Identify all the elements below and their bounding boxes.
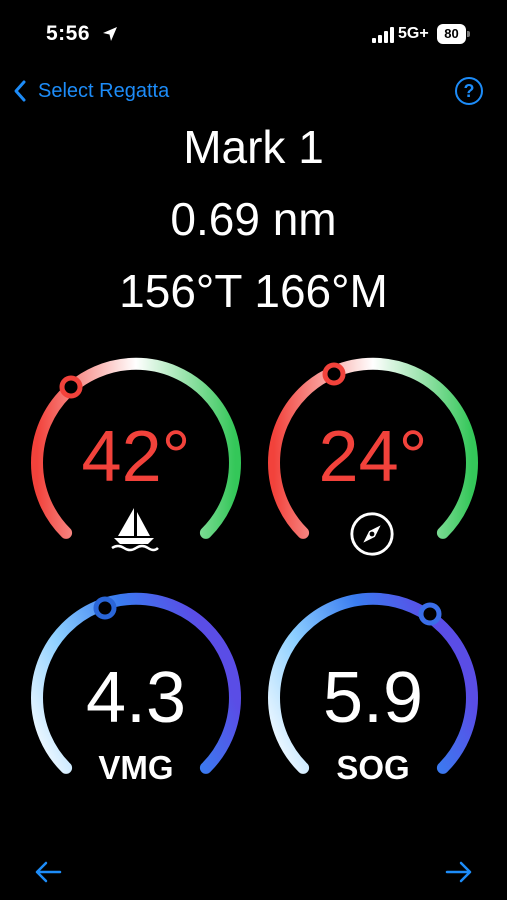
arrow-left-icon[interactable] — [33, 858, 63, 886]
mark-title: Mark 1 — [183, 121, 324, 173]
arrow-right-icon[interactable] — [444, 858, 474, 886]
network-type: 5G+ — [398, 25, 429, 42]
sog-label: SOG — [336, 749, 410, 786]
app-screen: 5:56 5G+ 80 Select Regatta ? Mark 1 0.69… — [0, 0, 507, 900]
signal-bars-icon — [372, 27, 394, 43]
help-button[interactable]: ? — [455, 77, 483, 105]
vmg-gauge[interactable]: 4.3 VMG — [26, 592, 246, 812]
sog-gauge[interactable]: 5.9 SOG — [263, 592, 483, 812]
mark-bearing: 156°T 166°M — [119, 265, 388, 317]
battery-icon: 80 — [437, 24, 470, 44]
status-time: 5:56 — [46, 22, 91, 45]
sailboat-icon — [111, 508, 159, 552]
location-arrow-icon — [103, 27, 117, 41]
chevron-left-icon — [14, 80, 26, 102]
compass-icon — [350, 512, 394, 556]
mark-distance: 0.69 nm — [170, 193, 337, 245]
battery-level: 80 — [444, 26, 459, 41]
heading-angle-gauge[interactable]: 24° — [263, 357, 483, 577]
heading-angle-value: 24° — [318, 417, 428, 497]
sog-value: 5.9 — [322, 658, 424, 738]
back-button-label: Select Regatta — [38, 79, 170, 102]
vmg-value: 4.3 — [85, 658, 187, 738]
back-button[interactable]: Select Regatta — [12, 78, 169, 104]
wind-angle-value: 42° — [81, 417, 191, 497]
wind-angle-gauge[interactable]: 42° — [26, 357, 246, 577]
vmg-label: VMG — [98, 749, 174, 786]
